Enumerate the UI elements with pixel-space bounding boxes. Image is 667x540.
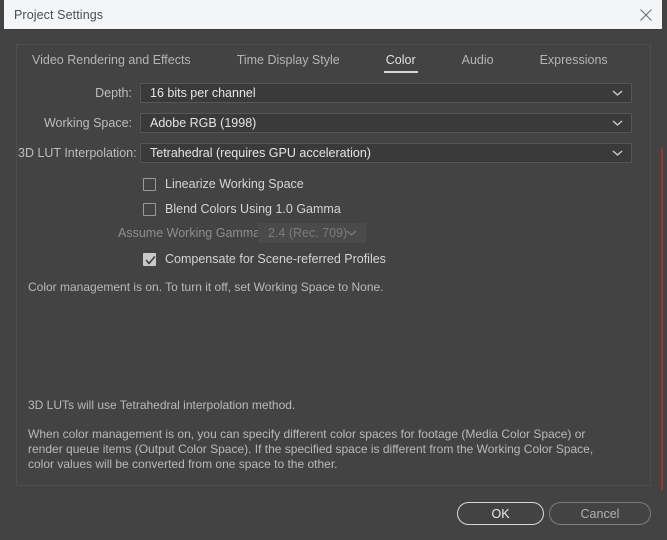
lut-method-text: 3D LUTs will use Tetrahedral interpolati… xyxy=(28,398,296,412)
checkbox-unchecked-icon xyxy=(143,202,156,216)
dialog-footer: OK Cancel xyxy=(0,486,667,540)
linearize-working-space-label: Linearize Working Space xyxy=(165,177,304,191)
assume-working-gamma-value: 2.4 (Rec. 709) xyxy=(268,226,348,240)
color-management-description-text: When color management is on, you can spe… xyxy=(28,427,594,471)
tab-label: Time Display Style xyxy=(236,53,340,67)
close-icon xyxy=(640,9,652,21)
tab-video-rendering-and-effects[interactable]: Video Rendering and Effects xyxy=(30,49,193,73)
ok-button-label: OK xyxy=(491,506,510,521)
tab-label: Expressions xyxy=(539,53,608,67)
chevron-down-icon xyxy=(612,90,623,97)
color-management-status-text: Color management is on. To turn it off, … xyxy=(28,280,384,294)
background-accent-line xyxy=(661,148,663,490)
titlebar-right-edge xyxy=(662,0,667,30)
depth-label: Depth: xyxy=(95,86,132,100)
compensate-scene-referred-checkbox-row[interactable]: Compensate for Scene-referred Profiles xyxy=(143,250,386,268)
assume-working-gamma-select: 2.4 (Rec. 709) xyxy=(258,223,366,243)
tab-bar: Video Rendering and Effects Time Display… xyxy=(17,45,650,77)
checkbox-unchecked-icon xyxy=(143,177,156,191)
checkbox-checked-icon xyxy=(143,252,156,266)
tab-time-display-style[interactable]: Time Display Style xyxy=(235,49,342,73)
depth-value: 16 bits per channel xyxy=(150,86,256,100)
working-space-row: Working Space: Adobe RGB (1998) xyxy=(18,113,632,133)
depth-row: Depth: 16 bits per channel xyxy=(18,83,632,103)
lut-interpolation-select[interactable]: Tetrahedral (requires GPU acceleration) xyxy=(140,143,632,163)
tab-label: Video Rendering and Effects xyxy=(32,53,191,67)
working-space-select[interactable]: Adobe RGB (1998) xyxy=(140,113,632,133)
lut-interpolation-row: 3D LUT Interpolation: Tetrahedral (requi… xyxy=(18,143,632,163)
chevron-down-icon xyxy=(612,150,623,157)
tab-audio[interactable]: Audio xyxy=(460,49,496,73)
close-button[interactable] xyxy=(633,4,659,26)
compensate-scene-referred-label: Compensate for Scene-referred Profiles xyxy=(165,252,386,266)
assume-working-gamma-label: Assume Working Gamma: xyxy=(118,226,264,240)
blend-colors-gamma-label: Blend Colors Using 1.0 Gamma xyxy=(165,202,341,216)
title-bar: Project Settings xyxy=(0,0,667,30)
cancel-button[interactable]: Cancel xyxy=(549,502,651,525)
working-space-label: Working Space: xyxy=(43,116,132,130)
project-settings-dialog: Project Settings Video Rendering and Eff… xyxy=(0,0,667,540)
chevron-down-icon xyxy=(346,230,357,237)
lut-interpolation-label: 3D LUT Interpolation: xyxy=(18,146,137,160)
tab-expressions[interactable]: Expressions xyxy=(538,49,610,73)
linearize-working-space-checkbox-row[interactable]: Linearize Working Space xyxy=(143,175,304,193)
assume-working-gamma-row: Assume Working Gamma: 2.4 (Rec. 709) xyxy=(118,223,366,243)
titlebar-left-edge xyxy=(0,0,4,30)
working-space-value: Adobe RGB (1998) xyxy=(150,116,257,130)
tab-color[interactable]: Color xyxy=(383,49,418,73)
cancel-button-label: Cancel xyxy=(580,506,620,521)
ok-button[interactable]: OK xyxy=(457,502,544,525)
tab-label: Audio xyxy=(461,53,494,67)
window-title: Project Settings xyxy=(14,7,104,22)
chevron-down-icon xyxy=(612,120,623,127)
tab-label: Color xyxy=(385,53,416,67)
depth-select[interactable]: 16 bits per channel xyxy=(140,83,632,103)
lut-interpolation-value: Tetrahedral (requires GPU acceleration) xyxy=(150,146,371,160)
blend-colors-gamma-checkbox-row[interactable]: Blend Colors Using 1.0 Gamma xyxy=(143,200,341,218)
